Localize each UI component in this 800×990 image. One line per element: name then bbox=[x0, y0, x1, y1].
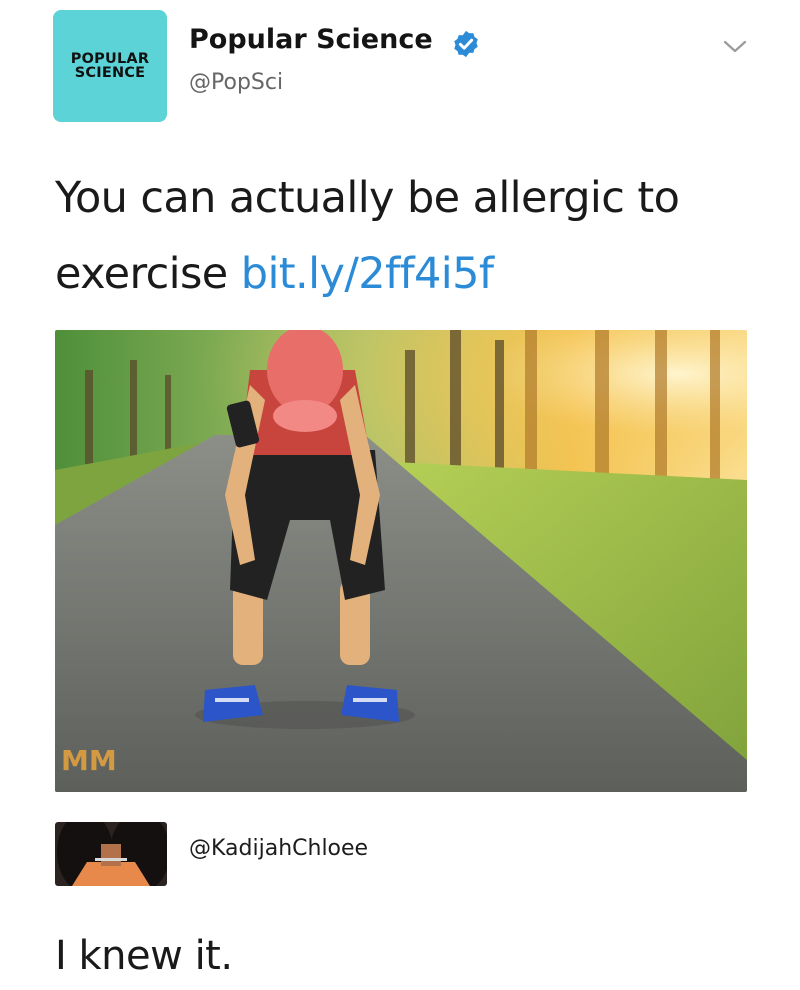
reply-avatar[interactable] bbox=[55, 822, 167, 886]
runner-photo-illustration: MM bbox=[55, 330, 747, 792]
author-handle[interactable]: @PopSci bbox=[189, 70, 283, 95]
logo-text-line2: SCIENCE bbox=[74, 65, 146, 81]
tweet-text: You can actually be allergic to exercise… bbox=[55, 160, 755, 312]
reply-text: I knew it. bbox=[55, 933, 233, 979]
chevron-down-icon[interactable] bbox=[722, 38, 748, 56]
tweet-photo[interactable]: MM bbox=[55, 330, 747, 792]
tweet-link[interactable]: bit.ly/2ff4i5f bbox=[241, 249, 494, 299]
reply-handle[interactable]: @KadijahChloee bbox=[189, 836, 368, 861]
photo-watermark: MM bbox=[61, 744, 117, 777]
logo-text-line1: POPULAR bbox=[70, 51, 150, 67]
verified-badge-icon bbox=[454, 30, 478, 58]
author-display-name[interactable]: Popular Science bbox=[189, 24, 433, 55]
popsci-avatar[interactable]: POPULAR SCIENCE bbox=[53, 10, 167, 122]
reply-avatar-image bbox=[55, 822, 167, 886]
